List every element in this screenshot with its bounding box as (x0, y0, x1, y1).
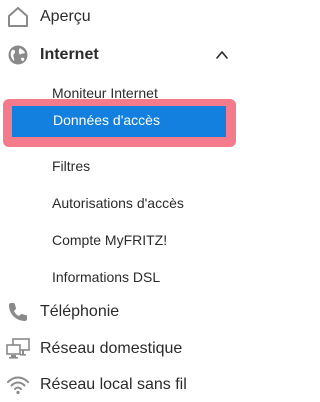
chevron-up-icon[interactable] (214, 47, 230, 63)
submenu-item-label: Autorisations d'accès (52, 195, 184, 211)
network-icon (6, 337, 30, 361)
nav-item-apercu[interactable]: Aperçu (0, 0, 238, 34)
submenu-item-autorisations-acces[interactable]: Autorisations d'accès (0, 186, 238, 220)
nav-item-label: Téléphonie (40, 303, 120, 320)
nav-item-internet[interactable]: Internet (0, 38, 238, 72)
submenu-item-donnees-acces[interactable]: Données d'accès (3, 99, 236, 147)
nav-item-wifi[interactable]: Réseau local sans fil (0, 368, 238, 402)
submenu-item-filtres[interactable]: Filtres (0, 149, 238, 183)
nav-item-reseau-domestique[interactable]: Réseau domestique (0, 332, 238, 366)
phone-icon (6, 300, 30, 324)
nav-item-telephonie[interactable]: Téléphonie (0, 295, 238, 329)
submenu-item-label: Données d'accès (53, 112, 160, 128)
submenu-item-compte-myfritz[interactable]: Compte MyFRITZ! (0, 223, 238, 257)
nav-item-label: Aperçu (40, 8, 91, 25)
submenu-item-informations-dsl[interactable]: Informations DSL (0, 260, 238, 294)
globe-icon (6, 43, 30, 67)
nav-item-label: Réseau local sans fil (40, 376, 187, 393)
nav-item-label: Réseau domestique (40, 340, 183, 357)
submenu-item-label: Compte MyFRITZ! (52, 232, 168, 248)
submenu-item-label: Filtres (52, 158, 91, 174)
wifi-icon (6, 373, 30, 397)
submenu-item-label: Informations DSL (52, 269, 161, 285)
nav-item-label: Internet (40, 46, 99, 63)
home-icon (6, 5, 30, 29)
